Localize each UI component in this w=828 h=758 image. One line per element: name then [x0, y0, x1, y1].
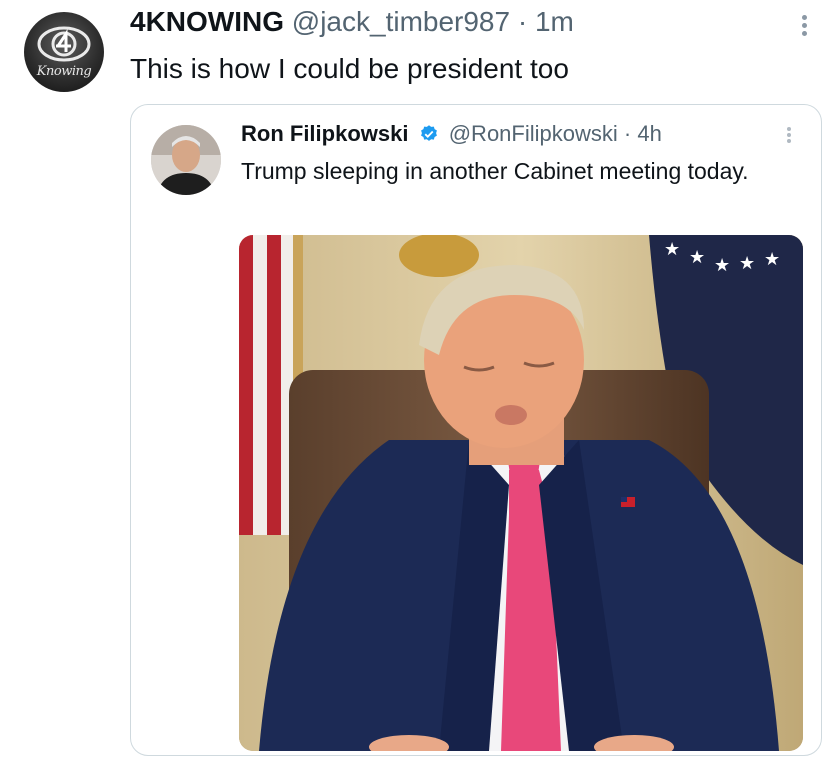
svg-text:★: ★	[664, 239, 680, 260]
quoted-post-header: Ron Filipkowski @RonFilipkowski · 4h	[241, 119, 662, 152]
more-options-icon[interactable]	[796, 12, 812, 42]
svg-text:★: ★	[689, 247, 705, 268]
quoted-post-image[interactable]: ★ ★ ★ ★ ★	[239, 235, 803, 751]
quoted-author-name[interactable]: Ron Filipkowski	[241, 121, 408, 146]
knowing-logo-icon	[37, 26, 91, 62]
quoted-separator: ·	[623, 121, 632, 146]
logo-text: Knowing	[36, 64, 92, 79]
cabinet-meeting-photo: ★ ★ ★ ★ ★	[239, 235, 803, 751]
svg-text:★: ★	[714, 255, 730, 276]
author-handle[interactable]: @jack_timber987	[292, 6, 510, 37]
post-text: This is how I could be president too	[130, 53, 569, 84]
svg-text:★: ★	[764, 249, 780, 270]
author-avatar[interactable]: Knowing	[24, 12, 104, 92]
quoted-author-handle[interactable]: @RonFilipkowski	[449, 121, 618, 146]
post-header: 4KNOWING @jack_timber987 · 1m	[130, 4, 574, 40]
post-time[interactable]: 1m	[535, 6, 574, 37]
quoted-post-time[interactable]: 4h	[637, 121, 661, 146]
quoted-post[interactable]: Ron Filipkowski @RonFilipkowski · 4h Tru…	[130, 104, 822, 756]
header-separator: ·	[517, 6, 528, 37]
profile-photo-icon	[151, 125, 221, 195]
quoted-author-avatar[interactable]	[151, 125, 221, 195]
quoted-more-options-icon[interactable]	[783, 125, 795, 151]
verified-badge-icon	[419, 122, 439, 152]
svg-text:★: ★	[739, 253, 755, 274]
author-name[interactable]: 4KNOWING	[130, 6, 284, 37]
quoted-post-text: Trump sleeping in another Cabinet meetin…	[241, 158, 749, 184]
